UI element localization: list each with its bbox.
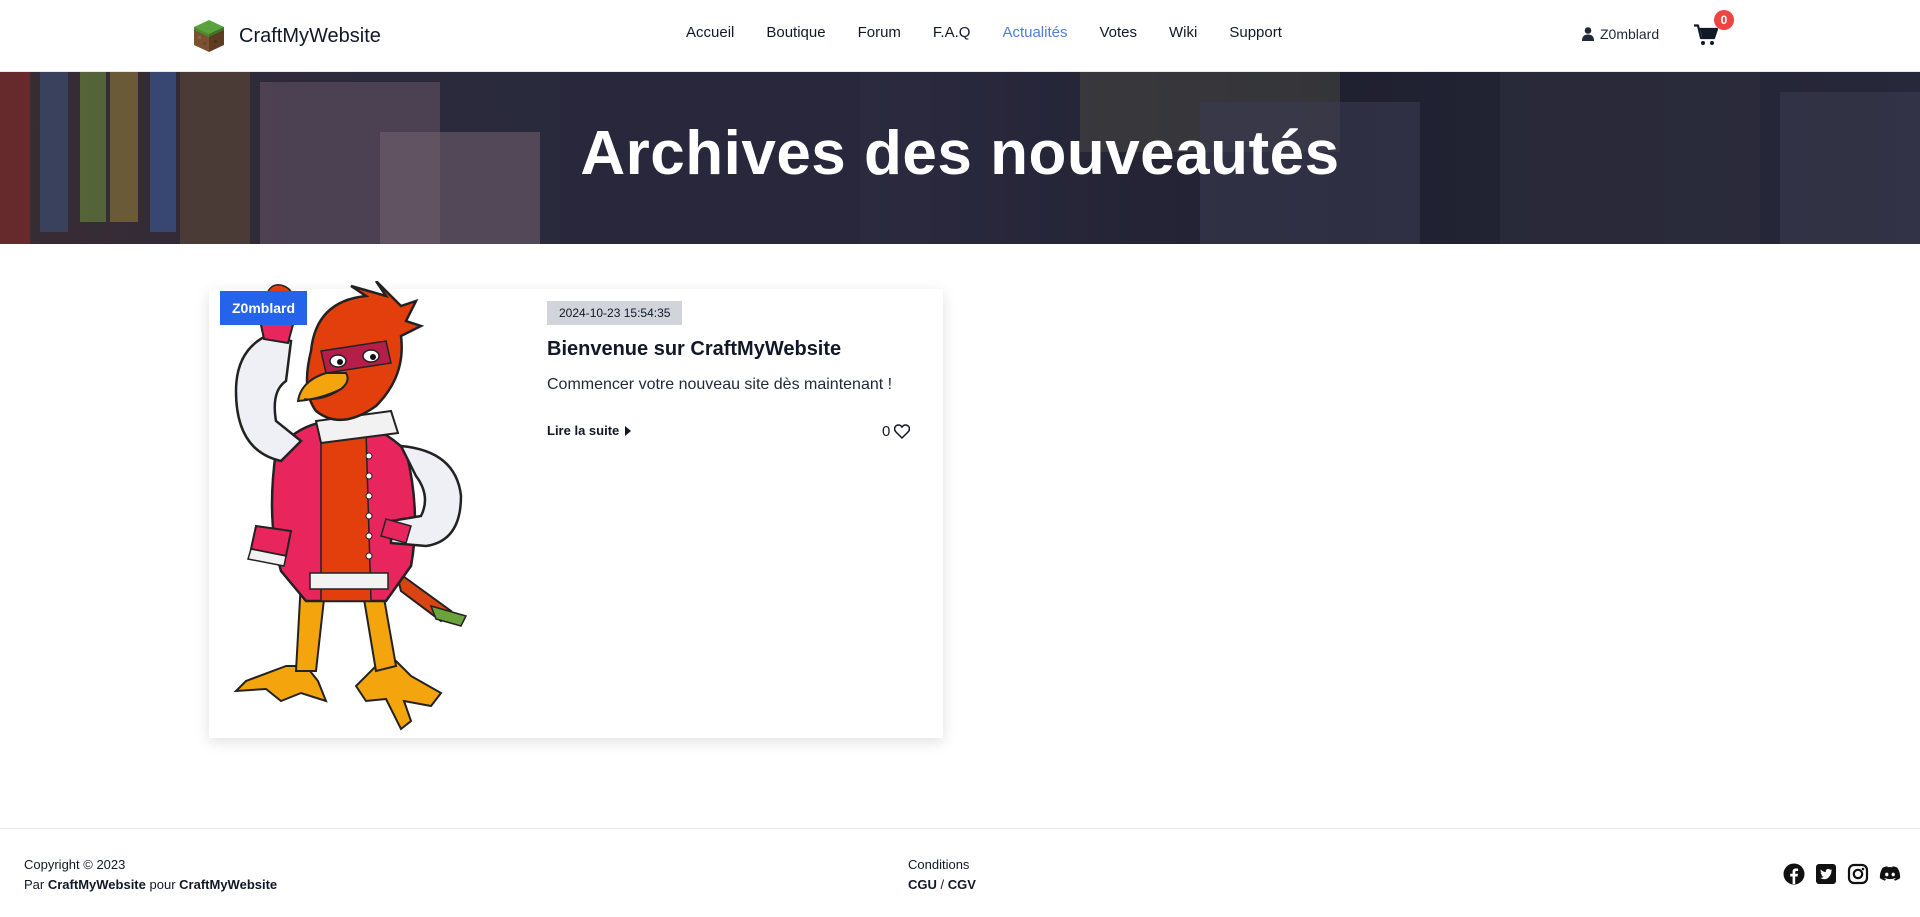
site-footer: Copyright © 2023 Par CraftMyWebsite pour… [0,828,1920,917]
copyright-text: Copyright © 2023 [24,857,126,872]
like-counter[interactable]: 0 [882,423,911,440]
site-header: CraftMyWebsite Accueil Boutique Forum F.… [0,0,1920,72]
caret-right-icon [625,425,632,436]
nav-votes[interactable]: Votes [1099,24,1137,41]
heart-icon [894,424,911,439]
post-description: Commencer votre nouveau site dès mainten… [547,376,893,393]
cart-count-badge: 0 [1714,10,1734,30]
facebook-icon[interactable] [1783,863,1805,885]
user-icon [1582,27,1594,41]
credits-line: Par CraftMyWebsite pour CraftMyWebsite [24,875,277,895]
brand-name: CraftMyWebsite [239,24,381,47]
nav-forum[interactable]: Forum [858,24,901,41]
credits-site-link[interactable]: CraftMyWebsite [179,877,277,892]
grass-block-logo [194,20,224,52]
cgv-link[interactable]: CGV [948,877,976,892]
discord-icon[interactable] [1879,863,1901,885]
copyright-block: Copyright © 2023 Par CraftMyWebsite pour… [24,855,277,895]
conditions-links: CGU / CGV [908,875,976,895]
read-more-label: Lire la suite [547,423,620,438]
phoenix-mascot-image [233,281,468,731]
news-card: Z0mblard 2024-10-23 15:54:35 Bienvenue s… [209,281,943,738]
conditions-title: Conditions [908,857,970,872]
cart-icon[interactable] [1694,24,1718,46]
social-links [1783,863,1901,885]
author-badge[interactable]: Z0mblard [220,291,308,325]
post-title[interactable]: Bienvenue sur CraftMyWebsite [547,338,841,361]
nav-boutique[interactable]: Boutique [766,24,825,41]
twitter-icon[interactable] [1815,863,1837,885]
post-date: 2024-10-23 15:54:35 [547,301,683,325]
page-title: Archives des nouveautés [580,119,1340,188]
nav-accueil[interactable]: Accueil [686,24,734,41]
conditions-block: Conditions CGU / CGV [908,855,976,895]
cgu-link[interactable]: CGU [908,877,937,892]
credits-for: pour [149,877,176,892]
main-nav: Accueil Boutique Forum F.A.Q Actualités … [686,24,1314,41]
user-menu[interactable]: Z0mblard [1582,26,1659,42]
nav-support[interactable]: Support [1229,24,1282,41]
instagram-icon[interactable] [1847,863,1869,885]
user-name: Z0mblard [1600,26,1660,42]
hero-banner: Archives des nouveautés [0,72,1920,244]
credits-author-link[interactable]: CraftMyWebsite [48,877,146,892]
conditions-separator: / [940,877,945,892]
credits-prefix: Par [24,877,45,892]
nav-wiki[interactable]: Wiki [1169,24,1197,41]
read-more-link[interactable]: Lire la suite [547,423,632,438]
like-count: 0 [882,423,891,440]
nav-actualites[interactable]: Actualités [1002,24,1067,41]
brand-link[interactable]: CraftMyWebsite [192,17,381,55]
nav-faq[interactable]: F.A.Q [933,24,971,41]
